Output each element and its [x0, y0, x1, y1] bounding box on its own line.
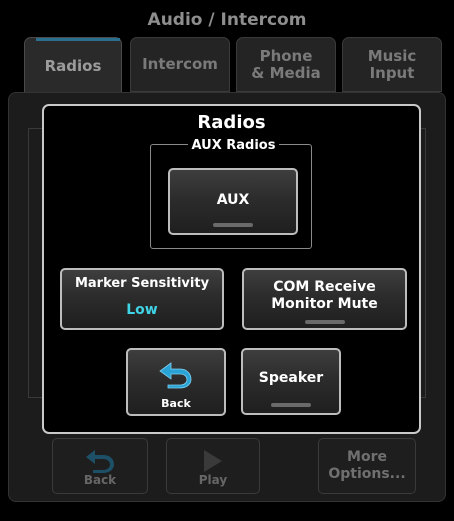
page-title: Audio / Intercom: [147, 10, 307, 30]
bottom-back-label: Back: [83, 473, 117, 487]
dialog-back-label: Back: [161, 397, 191, 410]
dialog-title: Radios: [197, 112, 266, 133]
marker-sensitivity-label: Marker Sensitivity: [74, 276, 210, 291]
tab-label: Phone & Media: [251, 46, 321, 82]
bottom-back-button[interactable]: Back: [52, 438, 148, 494]
radios-dialog: Radios AUX Radios AUX Marker Sensitivity…: [42, 104, 421, 434]
com-mute-status-indicator: [304, 320, 345, 324]
com-receive-monitor-mute-button[interactable]: COM Receive Monitor Mute: [242, 268, 407, 330]
aux-radios-group-label: AUX Radios: [187, 138, 280, 153]
more-options-button[interactable]: More Options...: [318, 438, 416, 494]
tab-label: Radios: [44, 57, 102, 75]
more-options-label: More Options...: [328, 449, 406, 482]
audio-intercom-screen: Audio / Intercom Radios Intercom Phone &…: [0, 0, 454, 521]
aux-button-label: AUX: [216, 192, 250, 208]
back-arrow-icon: [86, 450, 114, 473]
tab-intercom[interactable]: Intercom: [130, 37, 230, 92]
tab-label: Intercom: [142, 55, 218, 73]
aux-status-indicator: [213, 223, 253, 227]
aux-button[interactable]: AUX: [168, 168, 298, 235]
speaker-button[interactable]: Speaker: [241, 348, 341, 415]
speaker-status-indicator: [271, 403, 311, 407]
bottom-play-button[interactable]: Play: [166, 438, 260, 494]
marker-sensitivity-button[interactable]: Marker Sensitivity Low: [60, 268, 224, 330]
marker-sensitivity-value: Low: [126, 302, 158, 318]
tab-radios[interactable]: Radios: [24, 37, 122, 95]
speaker-button-label: Speaker: [258, 370, 324, 386]
tab-phone-media[interactable]: Phone & Media: [236, 37, 336, 92]
back-arrow-icon: [159, 362, 192, 389]
group-label-wrapper: AUX Radios: [44, 134, 423, 153]
tab-music-input[interactable]: Music Input: [342, 37, 442, 92]
dialog-back-button[interactable]: Back: [126, 348, 226, 416]
play-icon: [204, 450, 222, 472]
com-receive-monitor-mute-label: COM Receive Monitor Mute: [271, 279, 378, 312]
bottom-play-label: Play: [198, 473, 228, 487]
active-tab-indicator: [36, 38, 120, 41]
tab-label: Music Input: [367, 46, 417, 82]
